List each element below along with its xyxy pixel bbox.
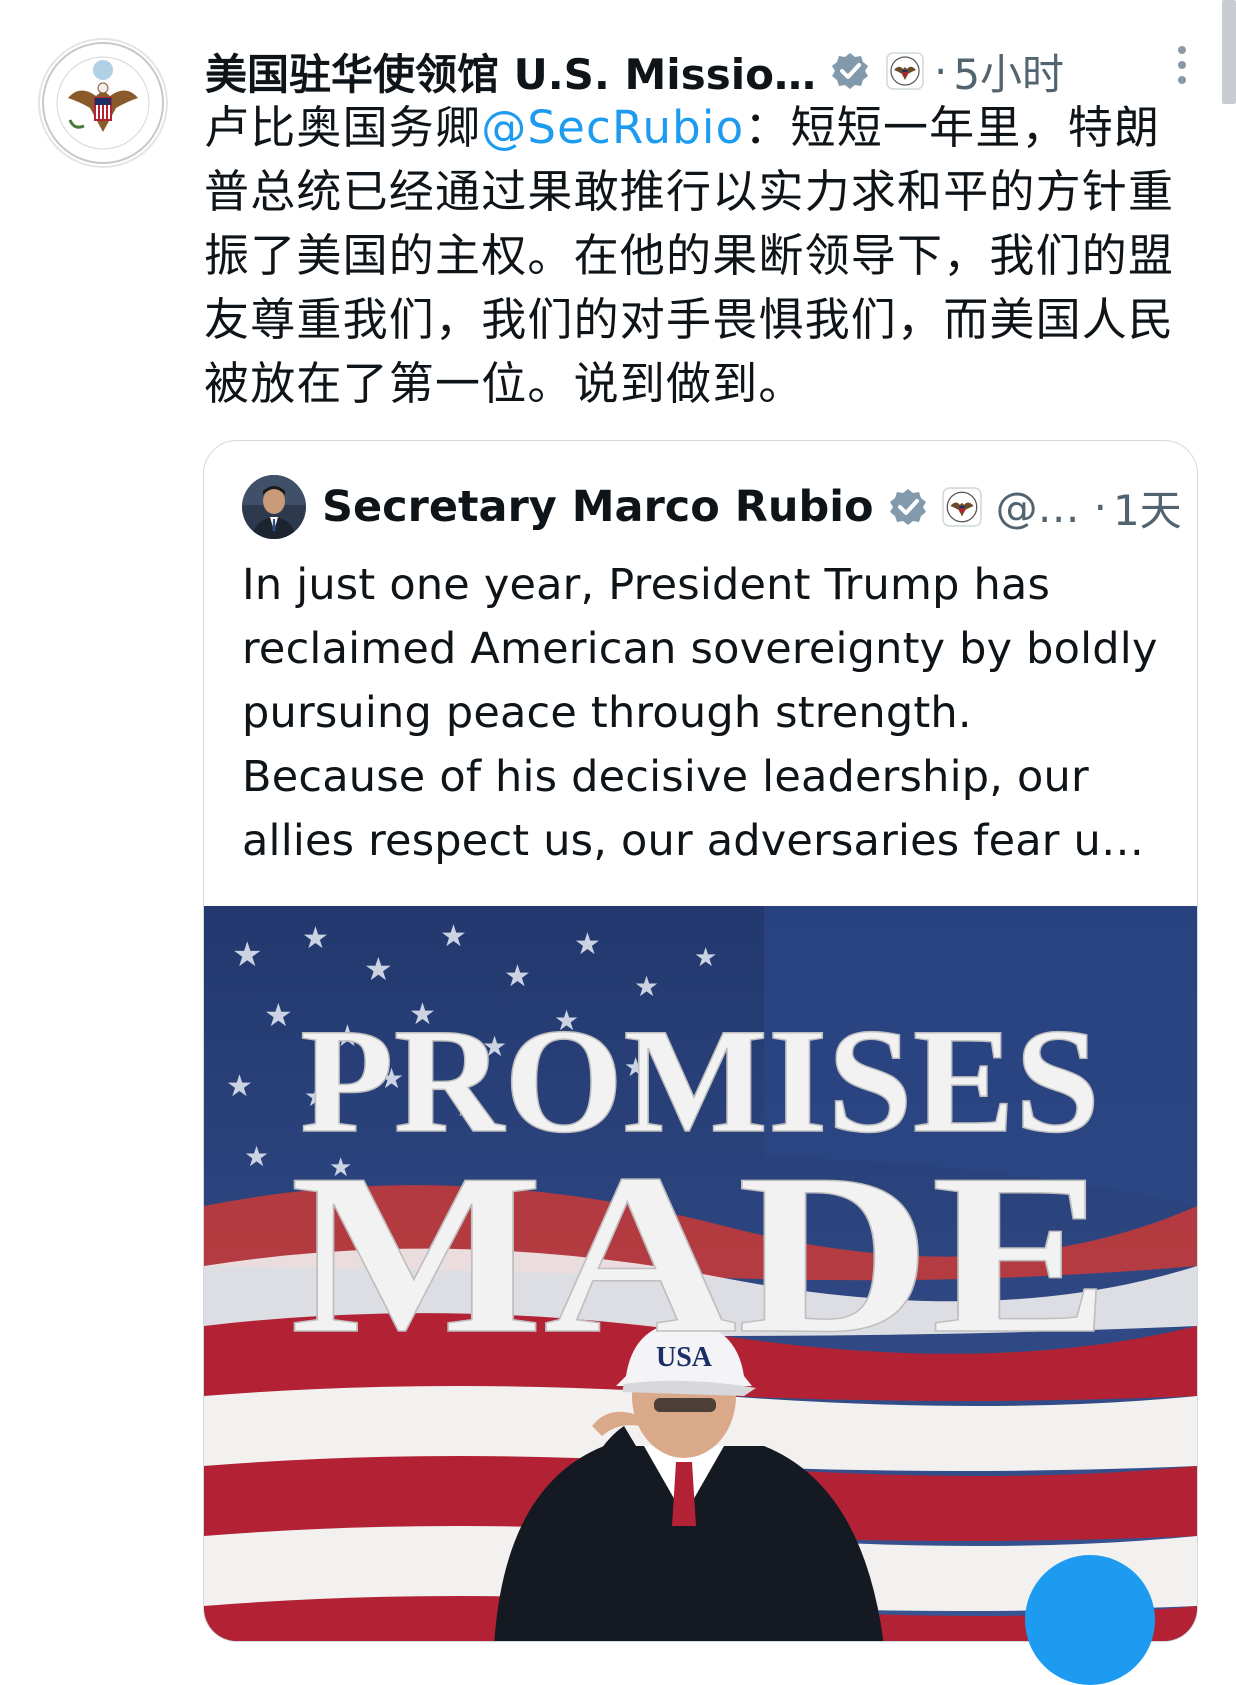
- state-department-seal-icon[interactable]: [886, 52, 924, 90]
- quoted-header-separator: ·: [1093, 482, 1107, 532]
- svg-text:★: ★: [232, 935, 262, 975]
- quoted-post-timestamp[interactable]: 1天: [1113, 477, 1182, 538]
- more-vertical-icon[interactable]: [1170, 44, 1194, 86]
- post-text-prefix: 卢比奥国务卿: [204, 101, 482, 154]
- quoted-author-handle[interactable]: @…: [996, 483, 1080, 532]
- svg-text:★: ★: [302, 921, 329, 956]
- compose-fab[interactable]: [1025, 1555, 1155, 1685]
- poster-title-line2: MADE: [290, 1126, 1110, 1381]
- quoted-author-avatar[interactable]: [242, 475, 306, 539]
- author-avatar[interactable]: [38, 38, 168, 168]
- svg-text:★: ★: [226, 1069, 253, 1104]
- verified-badge-icon[interactable]: [830, 51, 870, 91]
- quoted-post-media[interactable]: ★★ ★★ ★★ ★★ ★★ ★★ ★★ ★★ ★★ ★★: [204, 906, 1197, 1641]
- svg-text:★: ★: [364, 950, 393, 988]
- post-header: 美国驻华使领馆 U.S. Missio… · 5小时: [205, 40, 1165, 102]
- post-timestamp[interactable]: 5小时: [953, 41, 1064, 102]
- header-separator: ·: [933, 46, 948, 96]
- quoted-post-header: Secretary Marco Rubio @… · 1天: [322, 475, 1182, 539]
- author-display-name[interactable]: 美国驻华使领馆 U.S. Missio…: [205, 41, 816, 102]
- svg-text:★: ★: [504, 959, 531, 994]
- quoted-post-text: In just one year, President Trump has re…: [242, 560, 1158, 866]
- promises-made-poster: ★ ★ ★★ ★★ ★★ ★★ ★★ ★ ★ ★★ ★★ ★ ★ USA PRO…: [204, 906, 1197, 1641]
- svg-text:★: ★: [440, 919, 467, 954]
- state-department-seal-icon[interactable]: [941, 487, 982, 527]
- portrait-avatar-icon: [242, 475, 306, 539]
- scrollbar[interactable]: [1222, 0, 1236, 104]
- quoted-post-card[interactable]: Secretary Marco Rubio @… · 1天 In just on…: [203, 440, 1198, 1642]
- verified-badge-icon[interactable]: [888, 487, 928, 527]
- post-text: 卢比奥国务卿@SecRubio：短短一年里，特朗普总统已经通过果敢推行以实力求和…: [204, 96, 1184, 416]
- svg-text:★: ★: [574, 927, 601, 962]
- svg-text:★: ★: [264, 996, 293, 1034]
- svg-text:★: ★: [244, 1140, 269, 1173]
- quoted-author-display-name[interactable]: Secretary Marco Rubio: [322, 482, 874, 532]
- mention-link[interactable]: @SecRubio: [481, 101, 744, 154]
- svg-text:★: ★: [694, 943, 717, 973]
- embassy-seal-icon: [42, 42, 164, 164]
